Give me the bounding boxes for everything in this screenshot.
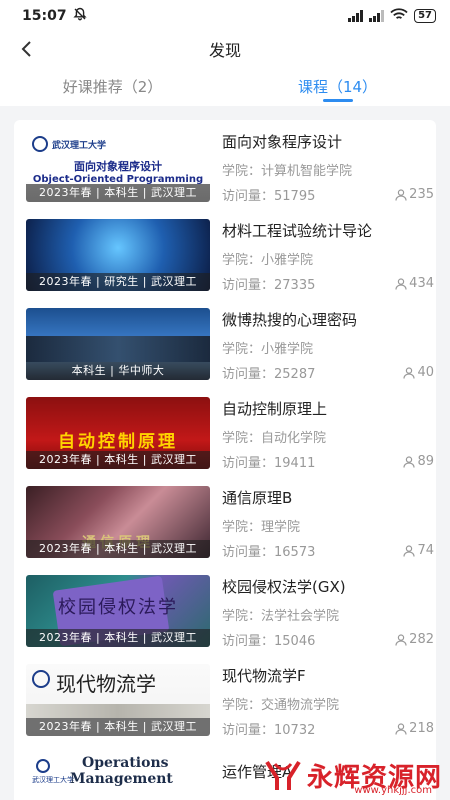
- course-thumbnail: 2023年春 | 研究生 | 武汉理工: [26, 219, 210, 291]
- battery-indicator: 57: [414, 9, 436, 23]
- course-title: 微博热搜的心理密码: [222, 311, 358, 329]
- thumbnail-caption: 2023年春 | 研究生 | 武汉理工: [26, 273, 210, 291]
- course-info: 材料工程试验统计导论 学院：小雅学院 访问量：27335 434: [210, 219, 436, 298]
- course-school: 学院：小雅学院: [222, 342, 314, 357]
- course-title: 自动控制原理上: [222, 400, 328, 418]
- course-thumbnail: 通信原理 2023年春 | 本科生 | 武汉理工: [26, 486, 210, 558]
- course-info: 微博热搜的心理密码 学院：小雅学院 访问量：25287 40: [210, 308, 436, 387]
- course-title: 现代物流学F: [222, 667, 306, 685]
- learner-count: 282: [395, 632, 434, 647]
- course-visits: 访问量：16573: [222, 545, 316, 560]
- thumbnail-caption: 本科生 | 华中师大: [26, 362, 210, 380]
- person-icon: [403, 455, 416, 468]
- thumbnail-caption: 2023年春 | 本科生 | 武汉理工: [26, 629, 210, 647]
- tab-courses[interactable]: 课程（14）: [225, 66, 450, 106]
- page-title: 发现: [208, 41, 241, 60]
- bell-icon: [72, 7, 87, 25]
- course-thumbnail: 校园侵权法学 2023年春 | 本科生 | 武汉理工: [26, 575, 210, 647]
- course-visits: 访问量：27335: [222, 278, 316, 293]
- course-visits: 访问量：51795: [222, 189, 316, 204]
- learner-count: 40: [403, 365, 434, 380]
- status-time: 15:07: [22, 8, 67, 24]
- course-school: 学院：交通物流学院: [222, 698, 340, 713]
- learner-count: 235: [395, 187, 434, 202]
- course-item[interactable]: 通信原理 2023年春 | 本科生 | 武汉理工 通信原理B 学院：理学院 访问…: [14, 476, 436, 565]
- person-icon: [403, 366, 416, 379]
- university-logo-icon: [32, 670, 50, 688]
- person-icon: [395, 722, 407, 735]
- person-icon: [395, 188, 407, 201]
- person-icon: [403, 544, 416, 557]
- watermark-logo-icon: [265, 760, 301, 790]
- course-title: 面向对象程序设计: [222, 133, 343, 151]
- course-info: 自动控制原理上 学院：自动化学院 访问量：19411 89: [210, 397, 436, 476]
- wifi-icon: [390, 8, 408, 24]
- course-school: 学院：自动化学院: [222, 431, 327, 446]
- course-school: 学院：小雅学院: [222, 253, 314, 268]
- course-item[interactable]: 2023年春 | 研究生 | 武汉理工 材料工程试验统计导论 学院：小雅学院 访…: [14, 209, 436, 298]
- course-title: 通信原理B: [222, 489, 293, 507]
- learner-count: 218: [395, 721, 434, 736]
- thumbnail-caption: 2023年春 | 本科生 | 武汉理工: [26, 540, 210, 558]
- course-info: 通信原理B 学院：理学院 访问量：16573 74: [210, 486, 436, 565]
- course-thumbnail: 自动控制原理 2023年春 | 本科生 | 武汉理工: [26, 397, 210, 469]
- tab-recommended[interactable]: 好课推荐（2）: [0, 66, 225, 106]
- learner-count: 89: [403, 454, 434, 469]
- course-school: 学院：法学社会学院: [222, 609, 340, 624]
- course-item[interactable]: 校园侵权法学 2023年春 | 本科生 | 武汉理工 校园侵权法学(GX) 学院…: [14, 565, 436, 654]
- nav-bar: 发现: [0, 32, 450, 66]
- course-info: 现代物流学F 学院：交通物流学院 访问量：10732 218: [210, 664, 436, 743]
- course-visits: 访问量：19411: [222, 456, 316, 471]
- course-item[interactable]: 现代物流学 2023年春 | 本科生 | 武汉理工 现代物流学F 学院：交通物流…: [14, 654, 436, 743]
- course-item[interactable]: 本科生 | 华中师大 微博热搜的心理密码 学院：小雅学院 访问量：25287 4…: [14, 298, 436, 387]
- course-item[interactable]: 自动控制原理 2023年春 | 本科生 | 武汉理工 自动控制原理上 学院：自动…: [14, 387, 436, 476]
- signal-icon-2: [369, 10, 385, 22]
- course-school: 学院：计算机智能学院: [222, 164, 353, 179]
- course-thumbnail: 武汉理工大学 面向对象程序设计 Object-Oriented Programm…: [26, 130, 210, 202]
- person-icon: [395, 277, 407, 290]
- course-title: 材料工程试验统计导论: [222, 222, 373, 240]
- course-info: 面向对象程序设计 学院：计算机智能学院 访问量：51795 235: [210, 130, 436, 209]
- person-icon: [395, 633, 407, 646]
- course-visits: 访问量：10732: [222, 723, 316, 738]
- university-logo-icon: [36, 759, 50, 773]
- watermark-url: www.yhkjjj.com: [354, 785, 432, 796]
- course-school: 学院：理学院: [222, 520, 301, 535]
- status-bar: 15:07 57: [0, 0, 450, 32]
- learner-count: 74: [403, 543, 434, 558]
- course-info: 校园侵权法学(GX) 学院：法学社会学院 访问量：15046 282: [210, 575, 436, 654]
- course-item[interactable]: 武汉理工大学 面向对象程序设计 Object-Oriented Programm…: [14, 120, 436, 209]
- course-title: 校园侵权法学(GX): [222, 578, 346, 596]
- university-logo-icon: [32, 136, 48, 152]
- course-visits: 访问量：25287: [222, 367, 316, 382]
- thumbnail-caption: 2023年春 | 本科生 | 武汉理工: [26, 184, 210, 202]
- back-button[interactable]: [14, 36, 38, 62]
- watermark: 永辉资源网 www.yhkjjj.com: [263, 757, 442, 796]
- learner-count: 434: [395, 276, 434, 291]
- tab-bar: 好课推荐（2） 课程（14）: [0, 66, 450, 106]
- thumbnail-caption: 2023年春 | 本科生 | 武汉理工: [26, 718, 210, 736]
- thumbnail-caption: 2023年春 | 本科生 | 武汉理工: [26, 451, 210, 469]
- course-thumbnail: 武汉理工大学 Operations Management: [26, 755, 210, 795]
- signal-icon: [348, 10, 364, 22]
- course-list: 武汉理工大学 面向对象程序设计 Object-Oriented Programm…: [14, 120, 436, 800]
- chevron-left-icon: [21, 41, 31, 57]
- course-thumbnail: 本科生 | 华中师大: [26, 308, 210, 380]
- course-visits: 访问量：15046: [222, 634, 316, 649]
- course-thumbnail: 现代物流学 2023年春 | 本科生 | 武汉理工: [26, 664, 210, 736]
